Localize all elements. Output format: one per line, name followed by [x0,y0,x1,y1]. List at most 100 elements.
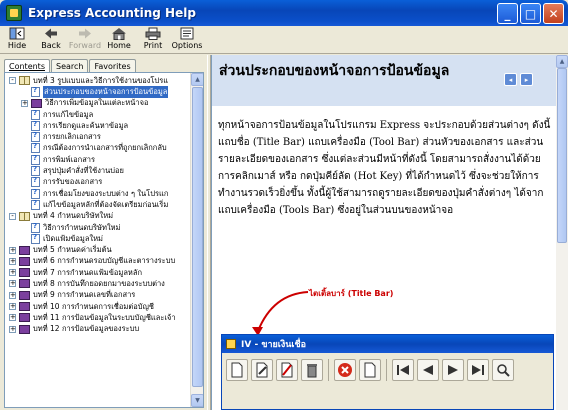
book-icon [19,324,30,334]
print-button[interactable]: Print [136,26,170,54]
tree-node-label: สรุปปุ่มคำสั่งที่ใช้งานบ่อย [43,166,124,176]
content-scroll-up-button[interactable]: ▲ [556,55,568,68]
contents-tree-panel: - บทที่ 3 รูปแบบและวิธีการใช้งานของโปรแส่… [4,72,204,408]
tree-node-label: การแก้ไขข้อมูล [43,109,94,119]
next-topic-button[interactable]: ▸ [520,73,533,86]
example-titlebar: IV - ขายเงินเชื่อ [222,335,553,353]
printer-icon [145,27,161,40]
hide-button[interactable]: Hide [0,26,34,54]
open-book-icon [19,211,30,221]
help-page-icon [31,120,40,131]
options-label: Options [171,41,203,50]
help-app-icon [6,5,22,21]
delete-icon [301,359,323,381]
example-window-title: IV - ขายเงินเชื่อ [241,340,307,350]
tree-node-label: การพิมพ์เอกสาร [43,154,96,164]
tree-node[interactable]: + บทที่ 11 การป้อนข้อมูลในระบบบัญชีและเจ้… [5,312,191,323]
expand-toggle[interactable]: + [9,314,16,322]
content-scroll-thumb[interactable] [557,68,567,243]
minimize-button[interactable]: _ [497,3,518,24]
collapse-toggle[interactable]: - [9,212,16,220]
expand-toggle[interactable]: + [9,303,16,311]
help-page-icon [31,131,40,143]
back-label: Back [41,41,61,50]
example-window-icon [226,339,236,349]
tree-node[interactable]: + บทที่ 7 การกำหนดแฟ้มข้อมูลหลัก [5,267,191,278]
collapse-toggle[interactable]: - [9,77,16,85]
book-icon [19,245,30,255]
tree-node[interactable]: การรับของเอกสาร [5,176,191,188]
tree-node[interactable]: การยกเลิกเอกสาร [5,131,191,143]
expand-toggle[interactable]: + [9,269,16,277]
back-button[interactable]: Back [34,26,68,54]
hide-icon [9,27,25,40]
tree-node-label: การรับของเอกสาร [43,177,103,187]
scroll-thumb[interactable] [192,87,203,387]
scroll-up-button[interactable]: ▲ [191,73,203,86]
tree-node[interactable]: - บทที่ 4 กำหนดบริษัทใหม่ [5,211,191,222]
window-title: Express Accounting Help [28,6,196,20]
expand-toggle[interactable]: + [9,246,16,254]
tree-node[interactable]: + บทที่ 6 การกำหนดรอบบัญชีและตารางระบบ [5,256,191,267]
tree-scrollbar[interactable]: ▲ ▼ [190,73,203,407]
tree-node[interactable]: การพิมพ์เอกสาร [5,154,191,165]
tree-node[interactable]: + บทที่ 5 กำหนดค่าเริ่มต้น [5,244,191,255]
help-page-icon [31,154,40,165]
expand-toggle[interactable]: + [9,280,16,288]
options-button[interactable]: Options [170,26,204,54]
tree-node-label: การเชื่อมโยงของระบบต่าง ๆ ในโปรแก [43,188,169,198]
toolbar-separator [386,359,387,381]
tree-node-label: บทที่ 12 การป้อนข้อมูลของระบบ [33,324,140,334]
tree-node[interactable]: การแก้ไขข้อมูล [5,109,191,120]
previous-topic-button[interactable]: ◂ [504,73,517,86]
book-icon [19,290,30,300]
tree-node[interactable]: + บทที่ 9 การกำหนดเลขที่เอกสาร [5,290,191,301]
topic-content-pane: ส่วนประกอบของหน้าจอการป้อนข้อมูล ◂ ▸ ทุก… [211,55,568,410]
close-button[interactable]: ✕ [543,3,564,24]
tree-node[interactable]: + บทที่ 10 การกำหนดการเชื่อมต่อบัญชี [5,301,191,312]
tab-favorites[interactable]: Favorites [89,59,136,73]
book-icon [31,98,42,108]
home-button[interactable]: Home [102,26,136,54]
tree-node[interactable]: ส่วนประกอบของหน้าจอการป้อนข้อมูล [5,86,191,98]
tree-node-label: บทที่ 6 การกำหนดรอบบัญชีและตารางระบบ [33,256,176,266]
tree-node[interactable]: วิธีการกำหนดบริษัทใหม่ [5,222,191,233]
tree-node[interactable]: + บทที่ 12 การป้อนข้อมูลของระบบ [5,324,191,335]
tree-node[interactable]: กรณีต้องการนำเอกสารที่ถูกยกเลิกกลับ [5,142,191,154]
tab-contents[interactable]: Contents [4,59,50,73]
tree-node[interactable]: การเรียกดูและค้นหาข้อมูล [5,120,191,131]
tree-node-label: เปิดแฟ้มข้อมูลใหม่ [43,233,104,243]
next-record-icon [442,359,464,381]
annotation-arrow-icon [252,291,309,336]
forward-button[interactable]: Forward [68,26,102,54]
example-toolbar [222,353,553,387]
tree-node-label: การยกเลิกเอกสาร [43,132,101,142]
tree-node[interactable]: เปิดแฟ้มข้อมูลใหม่ [5,233,191,244]
content-scrollbar[interactable]: ▲ [556,55,568,410]
tree-node-label: กรณีต้องการนำเอกสารที่ถูกยกเลิกกลับ [43,143,167,153]
tree-node-label: บทที่ 9 การกำหนดเลขที่เอกสาร [33,290,136,300]
scroll-down-button[interactable]: ▼ [191,394,203,407]
maximize-button[interactable]: □ [520,3,541,24]
tree-node[interactable]: - บทที่ 3 รูปแบบและวิธีการใช้งานของโปรแ [5,75,191,86]
tree-node[interactable]: + บทที่ 8 การบันทึกยอดยกมาของระบบต่าง [5,278,191,289]
help-page-icon [31,176,40,188]
expand-toggle[interactable]: + [9,257,16,265]
forward-arrow-icon [77,27,93,40]
tree-node-label: บทที่ 4 กำหนดบริษัทใหม่ [33,211,114,221]
expand-toggle[interactable]: + [21,99,28,107]
help-page-icon [31,222,40,233]
expand-toggle[interactable]: + [9,291,16,299]
tab-search[interactable]: Search [50,59,89,73]
window-titlebar[interactable]: Express Accounting Help _ □ ✕ [0,0,568,26]
last-record-icon [467,359,489,381]
help-page-icon [31,233,40,244]
tree-node[interactable]: แก้ไขข้อมูลหลักที่ต้องจัดเตรียมก่อนเริ่ม [5,199,191,210]
tree-node[interactable]: สรุปปุ่มคำสั่งที่ใช้งานบ่อย [5,165,191,177]
edit-doc-icon [251,359,273,381]
tree-node[interactable]: การเชื่อมโยงของระบบต่าง ๆ ในโปรแก [5,188,191,199]
tree-node[interactable]: + วิธีการเพิ่มข้อมูลในแต่ละหน้าจอ [5,98,191,109]
first-record-icon [392,359,414,381]
topic-paragraph: ทุกหน้าจอการป้อนข้อมูลในโปรแกรม Express … [218,120,551,216]
expand-toggle[interactable]: + [9,325,16,333]
